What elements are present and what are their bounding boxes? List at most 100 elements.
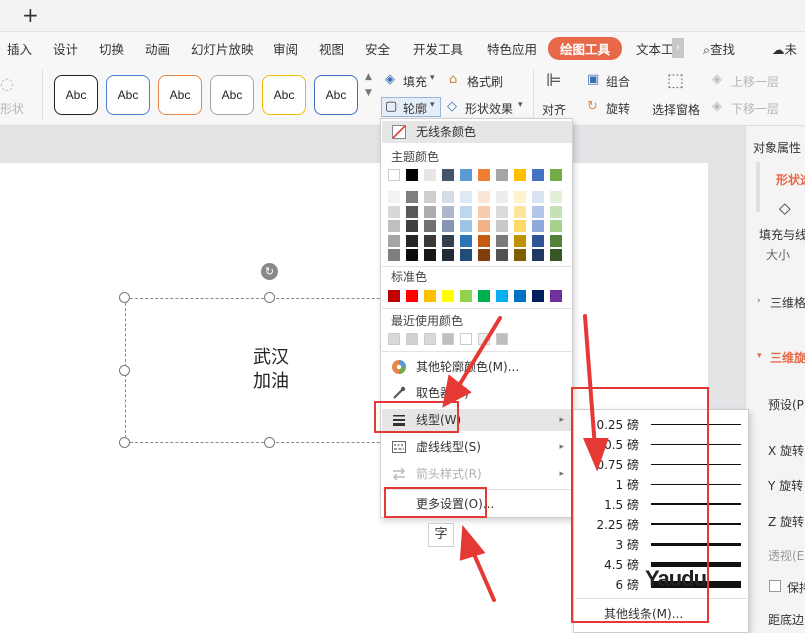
tab-9[interactable]: 特色应用 bbox=[487, 39, 537, 58]
three-d-rotate-section[interactable]: 三维旋 bbox=[770, 349, 805, 366]
color-swatch[interactable] bbox=[532, 234, 544, 247]
color-swatch[interactable] bbox=[388, 191, 400, 203]
size-section[interactable]: 大小 bbox=[766, 246, 790, 263]
color-swatch[interactable] bbox=[532, 249, 544, 261]
color-swatch[interactable] bbox=[478, 169, 490, 181]
color-swatch[interactable] bbox=[442, 290, 454, 302]
color-swatch[interactable] bbox=[442, 220, 454, 232]
color-swatch[interactable] bbox=[424, 234, 436, 247]
color-swatch[interactable] bbox=[424, 220, 436, 232]
color-swatch[interactable] bbox=[550, 169, 562, 181]
color-swatch[interactable] bbox=[550, 290, 562, 302]
tab-6[interactable]: 视图 bbox=[319, 39, 344, 58]
color-swatch[interactable] bbox=[424, 205, 436, 218]
color-swatch[interactable] bbox=[460, 205, 472, 218]
color-swatch[interactable] bbox=[406, 220, 418, 232]
color-swatch[interactable] bbox=[460, 333, 472, 345]
color-swatch[interactable] bbox=[496, 191, 508, 203]
color-swatch[interactable] bbox=[496, 169, 508, 181]
color-swatch[interactable] bbox=[460, 290, 472, 302]
color-swatch[interactable] bbox=[496, 220, 508, 232]
color-swatch[interactable] bbox=[550, 234, 562, 247]
color-swatch[interactable] bbox=[478, 249, 490, 261]
color-swatch[interactable] bbox=[406, 249, 418, 261]
outline-button[interactable]: ▢ 轮廓 ▾ bbox=[381, 97, 441, 117]
tab-4[interactable]: 幻灯片放映 bbox=[191, 39, 254, 58]
color-swatch[interactable] bbox=[532, 290, 544, 302]
color-swatch[interactable] bbox=[388, 205, 400, 218]
color-swatch[interactable] bbox=[478, 290, 490, 302]
preset-scroll-down-icon[interactable]: ▼ bbox=[365, 88, 372, 98]
color-swatch[interactable] bbox=[496, 290, 508, 302]
expand-icon[interactable]: › bbox=[757, 296, 761, 306]
color-swatch[interactable] bbox=[388, 333, 400, 345]
no-line-color-item[interactable]: 无线条颜色 bbox=[382, 121, 572, 143]
color-swatch[interactable] bbox=[478, 234, 490, 247]
tab-scroll-right-icon[interactable]: › bbox=[672, 38, 684, 58]
tab-10[interactable]: 绘图工具 bbox=[548, 37, 623, 60]
resize-handle[interactable] bbox=[264, 437, 275, 448]
color-swatch[interactable] bbox=[388, 290, 400, 302]
color-swatch[interactable] bbox=[532, 220, 544, 232]
cloud-tab[interactable]: ☁未 bbox=[772, 39, 797, 58]
arrow-style-item[interactable]: 箭头样式(R) ▸ bbox=[382, 463, 572, 485]
tab-2[interactable]: 切换 bbox=[99, 39, 124, 58]
send-backward-button[interactable]: 下移一层 bbox=[731, 100, 779, 117]
shape-effect-button[interactable]: 形状效果 bbox=[465, 100, 513, 117]
resize-handle[interactable] bbox=[119, 365, 130, 376]
color-swatch[interactable] bbox=[478, 205, 490, 218]
color-swatch[interactable] bbox=[514, 249, 526, 261]
shape-style-preset[interactable]: Abc bbox=[262, 75, 306, 115]
color-swatch[interactable] bbox=[532, 191, 544, 203]
align-button[interactable]: 对齐 bbox=[542, 101, 566, 118]
color-swatch[interactable] bbox=[406, 290, 418, 302]
format-brush-button[interactable]: 格式刷 bbox=[467, 73, 503, 90]
search-tab[interactable]: ⌕查找 bbox=[703, 39, 735, 58]
color-swatch[interactable] bbox=[406, 169, 418, 181]
color-swatch[interactable] bbox=[460, 234, 472, 247]
color-swatch[interactable] bbox=[460, 169, 472, 181]
color-swatch[interactable] bbox=[442, 205, 454, 218]
shape-style-preset[interactable]: Abc bbox=[106, 75, 150, 115]
fill-line-tab[interactable]: 填充与线 bbox=[759, 226, 805, 243]
color-swatch[interactable] bbox=[442, 234, 454, 247]
color-swatch[interactable] bbox=[514, 205, 526, 218]
shape-effect-dropdown-icon[interactable]: ▾ bbox=[518, 100, 523, 110]
tab-1[interactable]: 设计 bbox=[53, 39, 78, 58]
color-swatch[interactable] bbox=[424, 333, 436, 345]
shape-label[interactable]: 形状 bbox=[0, 100, 24, 117]
color-swatch[interactable] bbox=[514, 220, 526, 232]
color-swatch[interactable] bbox=[478, 220, 490, 232]
color-swatch[interactable] bbox=[496, 205, 508, 218]
group-button[interactable]: 组合 bbox=[606, 73, 630, 90]
color-swatch[interactable] bbox=[532, 205, 544, 218]
resize-handle[interactable] bbox=[119, 437, 130, 448]
collapse-icon[interactable]: ▾ bbox=[757, 351, 762, 361]
color-swatch[interactable] bbox=[496, 249, 508, 261]
tab-11[interactable]: 文本工 bbox=[636, 39, 674, 58]
other-outline-colors-item[interactable]: 其他轮廓颜色(M)... bbox=[382, 356, 572, 378]
color-swatch[interactable] bbox=[514, 234, 526, 247]
resize-handle[interactable] bbox=[264, 292, 275, 303]
three-d-format-section[interactable]: 三维格 bbox=[770, 294, 805, 311]
dash-type-item[interactable]: 虚线线型(S) ▸ bbox=[382, 436, 572, 458]
color-swatch[interactable] bbox=[550, 249, 562, 261]
color-swatch[interactable] bbox=[406, 191, 418, 203]
color-swatch[interactable] bbox=[424, 169, 436, 181]
color-swatch[interactable] bbox=[496, 234, 508, 247]
color-swatch[interactable] bbox=[442, 169, 454, 181]
shape-style-preset[interactable]: Abc bbox=[210, 75, 254, 115]
color-swatch[interactable] bbox=[442, 249, 454, 261]
color-swatch[interactable] bbox=[388, 220, 400, 232]
shape-style-preset[interactable]: Abc bbox=[54, 75, 98, 115]
shape-style-preset[interactable]: Abc bbox=[314, 75, 358, 115]
color-swatch[interactable] bbox=[406, 234, 418, 247]
tab-3[interactable]: 动画 bbox=[145, 39, 170, 58]
tab-8[interactable]: 开发工具 bbox=[413, 39, 463, 58]
color-swatch[interactable] bbox=[496, 333, 508, 345]
color-swatch[interactable] bbox=[388, 234, 400, 247]
color-swatch[interactable] bbox=[442, 191, 454, 203]
color-swatch[interactable] bbox=[550, 205, 562, 218]
color-swatch[interactable] bbox=[424, 290, 436, 302]
fill-button[interactable]: 填充 bbox=[403, 73, 427, 90]
